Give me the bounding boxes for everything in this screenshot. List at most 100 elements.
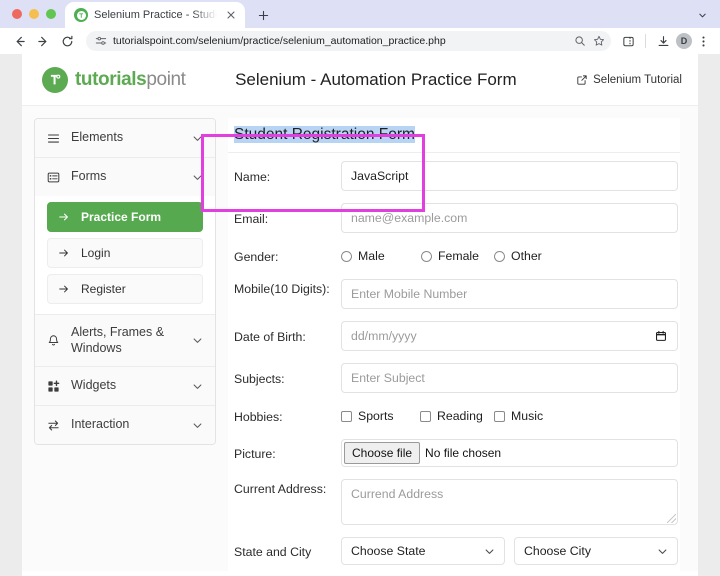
arrow-right-icon [58, 283, 70, 295]
search-zoom-icon[interactable] [573, 35, 586, 48]
gender-option-female[interactable]: Female [421, 249, 494, 263]
close-window-button[interactable] [12, 9, 22, 19]
profile-avatar[interactable]: D [676, 33, 692, 49]
control-picture: Choose file No file chosen [341, 439, 678, 467]
control-subjects: Enter Subject [341, 363, 678, 393]
browser-tab[interactable]: Selenium Practice - Student F [65, 2, 245, 28]
email-input[interactable]: name@example.com [341, 203, 678, 233]
form-row-subjects: Subjects: Enter Subject [228, 357, 680, 399]
form-row-gender: Gender: Male Female [228, 239, 680, 273]
checkbox-icon[interactable] [494, 411, 505, 422]
gender-label-female: Female [438, 249, 479, 263]
calendar-icon[interactable] [654, 329, 668, 343]
label-picture: Picture: [234, 444, 341, 463]
hobby-option-reading[interactable]: Reading [420, 409, 494, 423]
hobby-option-music[interactable]: Music [494, 409, 543, 423]
sidebar-item-alerts-frames-windows[interactable]: Alerts, Frames & Windows [35, 315, 215, 366]
chevron-down-icon[interactable] [191, 381, 204, 392]
tutorialspoint-logo[interactable]: tutorialspoint [42, 67, 186, 93]
tune-icon[interactable] [94, 35, 107, 48]
chevron-down-icon[interactable] [191, 420, 204, 431]
resize-handle[interactable] [667, 514, 676, 523]
window-controls [8, 0, 65, 28]
sidebar-label-elements: Elements [71, 130, 181, 146]
hobby-option-sports[interactable]: Sports [341, 409, 420, 423]
list-box-icon [46, 171, 61, 184]
download-icon[interactable] [652, 30, 674, 52]
mobile-input[interactable]: Enter Mobile Number [341, 279, 678, 309]
city-select[interactable]: Choose City [514, 537, 678, 565]
reload-icon[interactable] [56, 30, 78, 52]
radio-icon[interactable] [494, 251, 505, 262]
side-panel-icon[interactable] [617, 30, 639, 52]
selenium-tutorial-link[interactable]: Selenium Tutorial [576, 74, 682, 86]
page-title: Selenium - Automation Practice Form [176, 70, 577, 90]
sidebar-item-interaction[interactable]: Interaction [35, 406, 215, 444]
name-input[interactable]: JavaScript [341, 161, 678, 191]
new-tab-button[interactable] [250, 2, 276, 28]
form-row-picture: Picture: Choose file No file chosen [228, 433, 680, 473]
label-email: Email: [234, 209, 341, 228]
control-email: name@example.com [341, 203, 678, 233]
gender-option-male[interactable]: Male [341, 249, 421, 263]
sidebar-item-practice-form[interactable]: Practice Form [47, 202, 203, 232]
back-arrow-icon[interactable] [8, 30, 30, 52]
label-subjects: Subjects: [234, 369, 341, 388]
state-select[interactable]: Choose State [341, 537, 505, 565]
sidebar-item-widgets[interactable]: Widgets [35, 367, 215, 405]
minimize-window-button[interactable] [29, 9, 39, 19]
sidebar-sublist-forms: Practice Form Login [35, 196, 215, 314]
sidebar-group-interaction: Interaction [35, 406, 215, 444]
maximize-window-button[interactable] [46, 9, 56, 19]
sidebar-label-alerts-frames-windows: Alerts, Frames & Windows [71, 325, 181, 356]
gender-option-other[interactable]: Other [494, 249, 542, 263]
toolbar-divider [645, 34, 646, 48]
form-row-address: Current Address: Currend Address [228, 473, 680, 531]
sidebar-item-login[interactable]: Login [47, 238, 203, 268]
label-dob: Date of Birth: [234, 327, 341, 346]
radio-icon[interactable] [421, 251, 432, 262]
form-heading: Student Registration Form [228, 120, 680, 153]
label-gender: Gender: [234, 247, 341, 266]
sidebar-item-forms[interactable]: Forms [35, 158, 215, 196]
arrow-right-icon [58, 247, 70, 259]
chevron-down-icon[interactable] [694, 7, 710, 23]
dob-input[interactable]: dd/mm/yyyy [341, 321, 678, 351]
sidebar-group-widgets: Widgets [35, 367, 215, 406]
gender-label-other: Other [511, 249, 542, 263]
site-content: tutorialspoint Selenium - Automation Pra… [22, 54, 698, 576]
chevron-down-icon[interactable] [191, 172, 204, 183]
kebab-menu-icon[interactable] [694, 35, 712, 48]
choose-file-button[interactable]: Choose file [344, 442, 420, 464]
form-heading-text: Student Registration Form [234, 126, 415, 143]
close-icon[interactable] [223, 7, 239, 23]
tab-title: Selenium Practice - Student F [94, 9, 217, 21]
control-name: JavaScript [341, 161, 678, 191]
forward-arrow-icon[interactable] [32, 30, 54, 52]
chevron-down-icon[interactable] [191, 335, 204, 346]
subjects-input[interactable]: Enter Subject [341, 363, 678, 393]
checkbox-icon[interactable] [420, 411, 431, 422]
label-mobile: Mobile(10 Digits): [234, 279, 341, 298]
selenium-tutorial-label: Selenium Tutorial [593, 74, 682, 86]
label-hobbies: Hobbies: [234, 407, 341, 426]
checkbox-icon[interactable] [341, 411, 352, 422]
tab-strip: Selenium Practice - Student F [0, 0, 720, 28]
star-icon[interactable] [592, 35, 605, 48]
sidebar-group-forms: Forms Practice Form [35, 158, 215, 315]
page-body: Elements Forms [22, 106, 698, 571]
chevron-down-icon[interactable] [191, 133, 204, 144]
chevron-down-icon [657, 546, 668, 557]
address-bar[interactable]: tutorialspoint.com/selenium/practice/sel… [86, 31, 611, 51]
control-state-city: Choose State Choose City [341, 537, 678, 565]
logo-text: tutorialspoint [75, 69, 186, 91]
current-address-textarea[interactable]: Currend Address [341, 479, 678, 525]
sidebar-item-elements[interactable]: Elements [35, 119, 215, 157]
radio-icon[interactable] [341, 251, 352, 262]
picture-file-input[interactable]: Choose file No file chosen [341, 439, 678, 467]
url-text: tutorialspoint.com/selenium/practice/sel… [113, 35, 567, 47]
label-current-address: Current Address: [234, 479, 341, 498]
hobby-label-music: Music [511, 409, 543, 423]
form-row-email: Email: name@example.com [228, 197, 680, 239]
sidebar-item-register[interactable]: Register [47, 274, 203, 304]
